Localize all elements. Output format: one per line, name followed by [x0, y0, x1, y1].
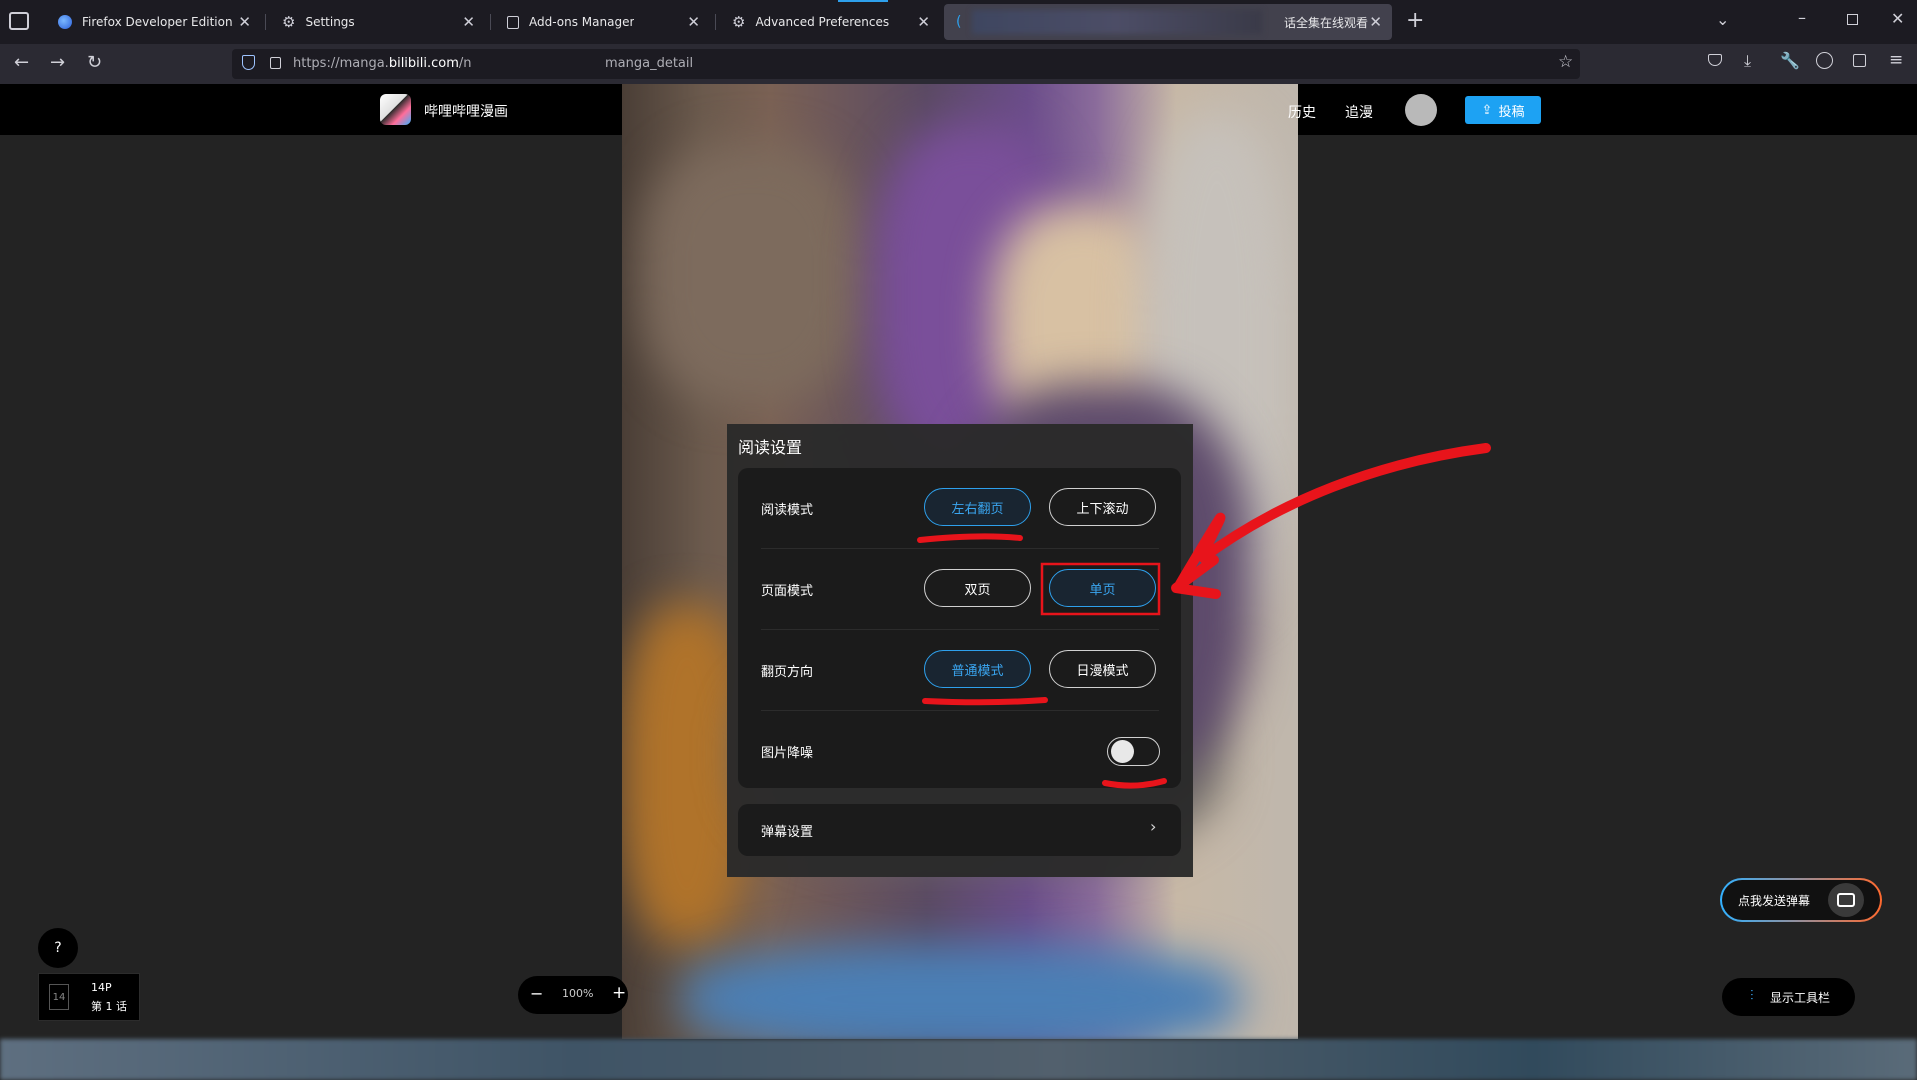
highlight-box-single-page — [1040, 562, 1161, 616]
page-thumbnail: 14 — [49, 984, 69, 1010]
underline-direction — [922, 697, 1048, 706]
show-toolbar-button[interactable]: ⫶ 显示工具栏 — [1722, 978, 1855, 1016]
help-button[interactable]: ? — [38, 928, 78, 968]
zoom-out-button[interactable]: − — [530, 984, 543, 1003]
zoom-level: 100% — [562, 987, 594, 1000]
send-danmaku-button[interactable]: 点我发送弹幕 — [1720, 878, 1882, 922]
page-info-panel[interactable]: 14 14P 第 1 话 — [38, 973, 140, 1021]
taskbar-blurred — [0, 1039, 1917, 1080]
chapter-label: 第 1 话 — [91, 1000, 127, 1013]
sliders-icon: ⫶ — [1750, 988, 1754, 1004]
send-danmaku-label: 点我发送弹幕 — [1738, 894, 1811, 908]
zoom-in-button[interactable]: + — [612, 983, 626, 1003]
show-toolbar-label: 显示工具栏 — [1770, 991, 1831, 1005]
underline-reading-mode — [917, 533, 1023, 543]
page-count: 14P — [91, 981, 112, 994]
red-annotation-overlay — [917, 443, 1491, 789]
danmaku-icon — [1828, 883, 1864, 917]
arrow-shaft — [1175, 443, 1491, 589]
zoom-control: − 100% + — [518, 976, 628, 1014]
underline-denoise — [1102, 778, 1167, 789]
